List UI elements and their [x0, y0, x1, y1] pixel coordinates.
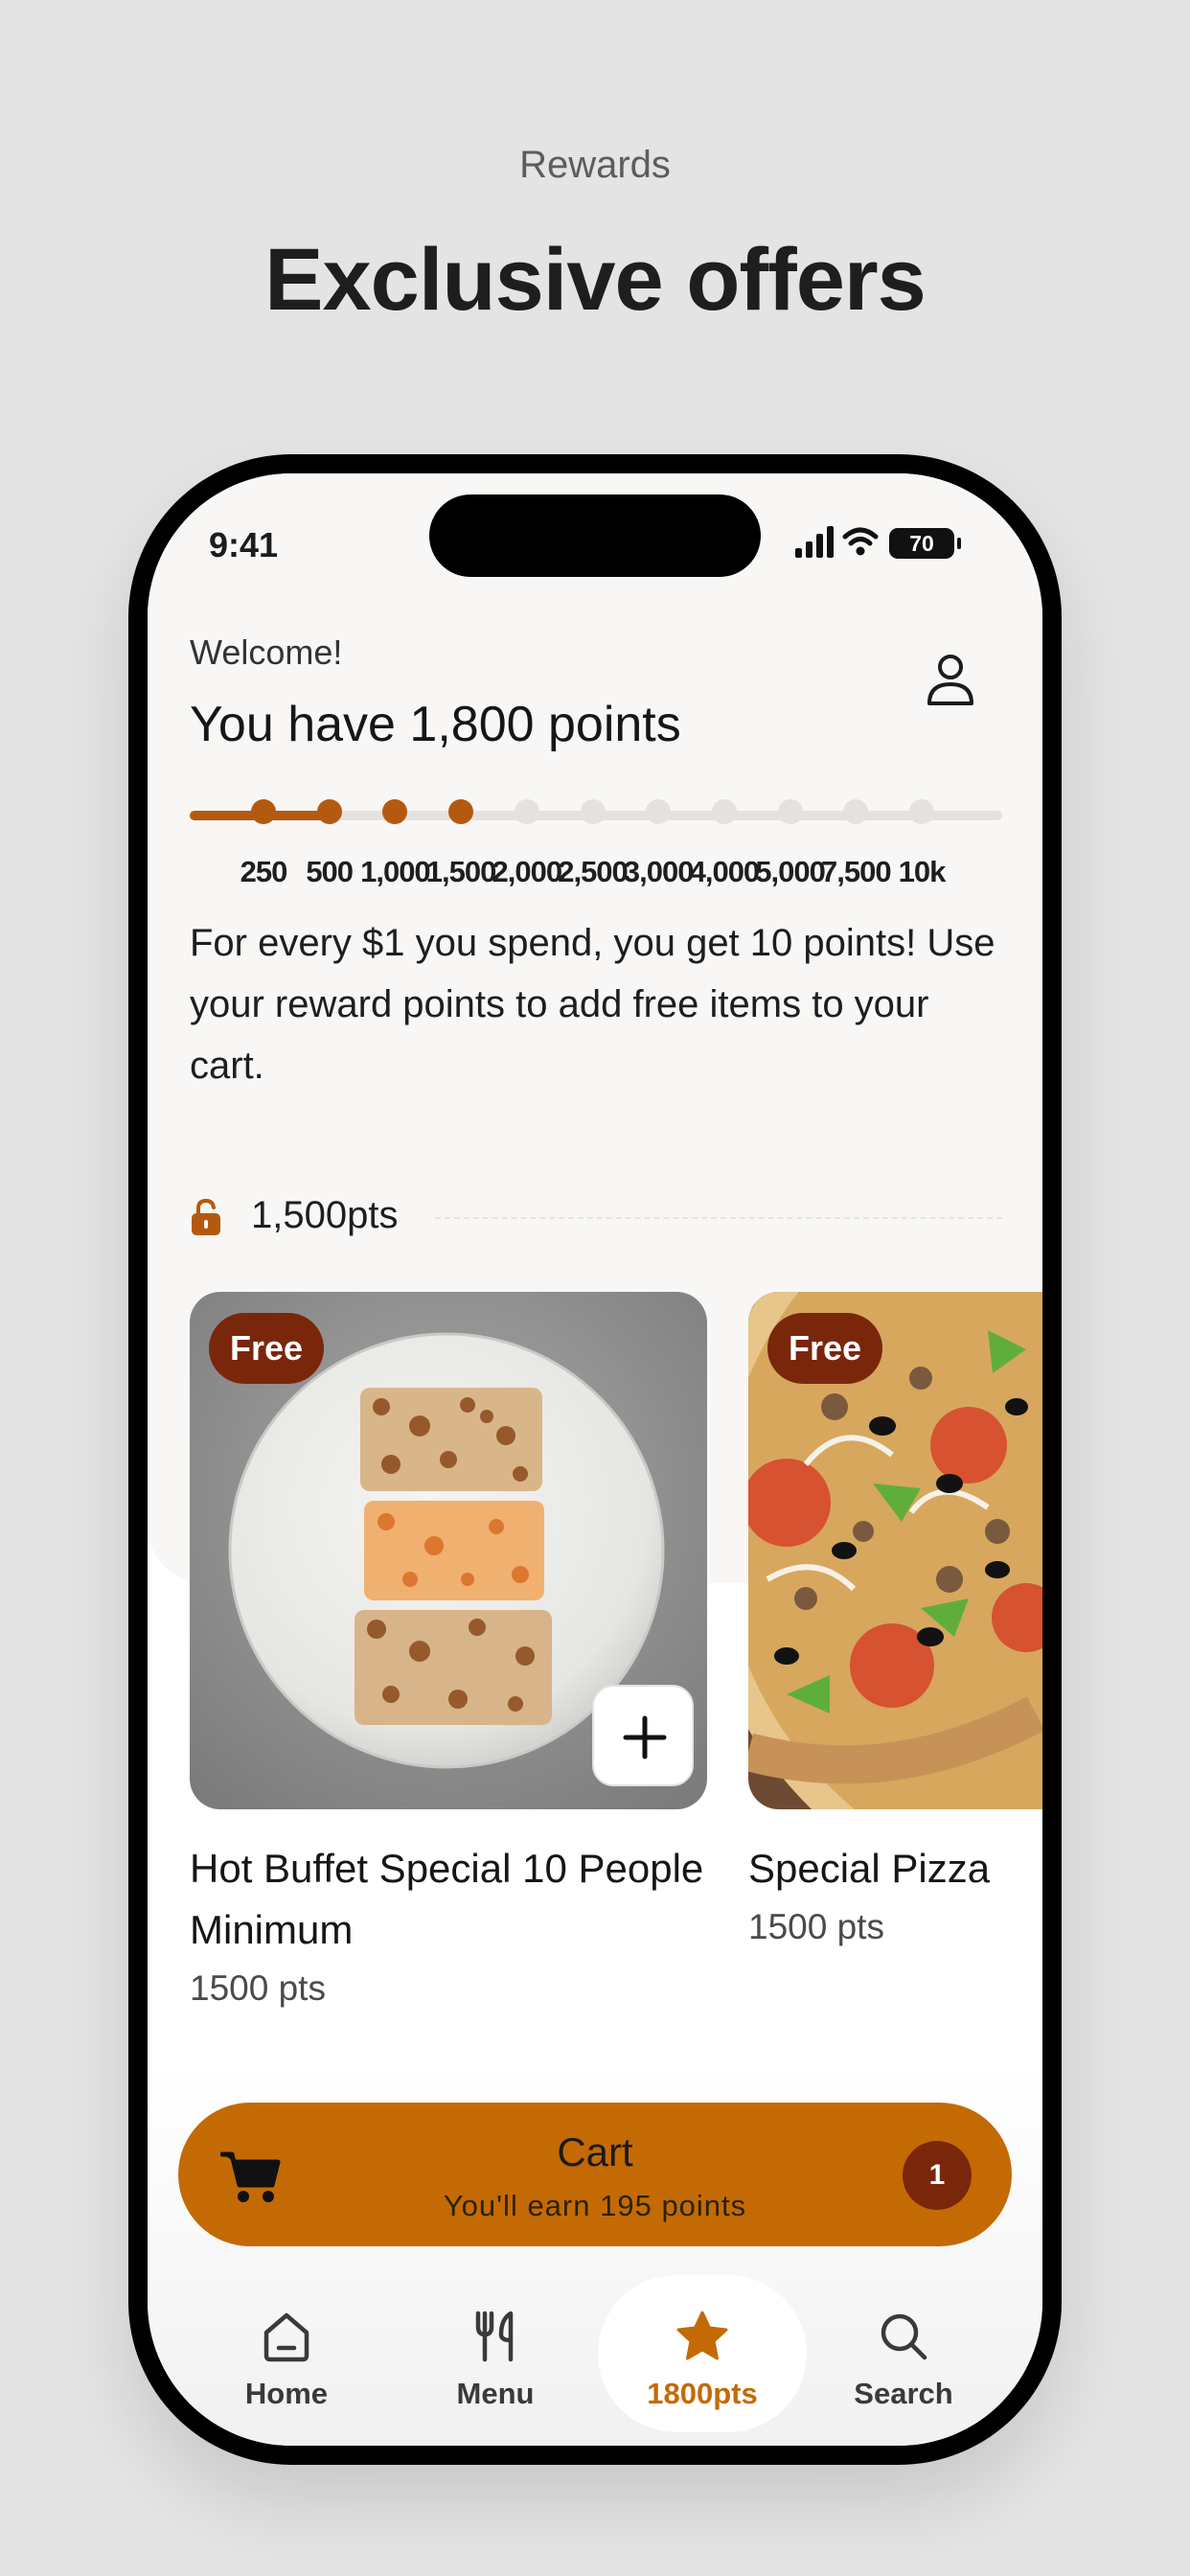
- cart-count-badge: 1: [903, 2141, 972, 2210]
- progress-tier-marker: [251, 799, 276, 824]
- free-badge: Free: [209, 1313, 325, 1384]
- phone-frame: 9:41 70 Welcome! You have 1,800 points 2…: [128, 454, 1062, 2465]
- progress-tier-marker: [646, 799, 672, 824]
- progress-tier-label: 5,000: [755, 855, 826, 888]
- battery-icon: 70: [889, 528, 961, 559]
- progress-tier-label: 1,000: [360, 855, 431, 888]
- item-image: Free: [190, 1292, 707, 1809]
- item-name: Hot Buffet Special 10 People Minimum: [190, 1846, 704, 1952]
- home-icon: [263, 2312, 309, 2362]
- points-info-text: For every $1 you spend, you get 10 point…: [190, 922, 995, 1087]
- plus-icon: [623, 1715, 667, 1760]
- nav-home[interactable]: Home: [182, 2275, 391, 2432]
- nav-label: Menu: [456, 2377, 535, 2410]
- progress-tier-marker: [777, 799, 803, 824]
- item-points: 1500 pts: [748, 1907, 884, 1946]
- utensils-icon: [475, 2311, 514, 2362]
- cart-earn-text: You'll earn 195 points: [443, 2189, 747, 2222]
- nav-label: Search: [854, 2377, 953, 2410]
- item-image: Free: [748, 1292, 1042, 1809]
- promo-title: Exclusive offers: [264, 231, 927, 329]
- progress-tier-label: 7,500: [821, 855, 892, 888]
- progress-tier-marker: [909, 799, 934, 824]
- progress-tier-marker: [843, 799, 869, 824]
- progress-tier-label: 10k: [898, 855, 947, 888]
- cart-title: Cart: [557, 2129, 633, 2174]
- app-screen: 9:41 70 Welcome! You have 1,800 points 2…: [148, 473, 1042, 2446]
- wifi-icon: [842, 527, 879, 546]
- star-icon: [676, 2311, 728, 2360]
- tier-label: 1,500pts: [251, 1194, 399, 1236]
- tier-header: 1,500pts: [190, 1188, 1002, 1246]
- free-badge: Free: [767, 1313, 883, 1384]
- progress-tier-marker: [514, 799, 539, 824]
- battery-level: 70: [909, 531, 934, 556]
- progress-tier-label: 4,000: [689, 855, 761, 888]
- progress-tier-label: 2,000: [492, 855, 563, 888]
- nav-menu[interactable]: Menu: [391, 2275, 600, 2432]
- add-to-cart-button[interactable]: [592, 1685, 694, 1786]
- nav-label: Home: [244, 2377, 329, 2410]
- progress-tier-label: 3,000: [623, 855, 695, 888]
- progress-tier-marker: [448, 799, 474, 824]
- promo-eyebrow: Rewards: [519, 144, 671, 186]
- progress-tier-label: 2,500: [558, 855, 629, 888]
- welcome-text: Welcome!: [190, 632, 343, 672]
- progress-tier-label: 500: [306, 855, 354, 888]
- item-points: 1500 pts: [190, 1968, 326, 2008]
- unlocked-lock-icon: [192, 1198, 220, 1235]
- progress-tier-marker: [580, 799, 606, 824]
- progress-tier-label: 1,500: [425, 855, 497, 888]
- progress-tier-marker: [316, 799, 342, 824]
- progress-tier-marker: [711, 799, 737, 824]
- dynamic-island: [429, 494, 761, 577]
- search-icon: [881, 2313, 927, 2360]
- progress-tier-label: 250: [240, 855, 288, 888]
- nav-rewards[interactable]: 1800pts: [598, 2275, 807, 2432]
- signal-icon: [795, 526, 834, 558]
- status-time: 9:41: [209, 525, 279, 564]
- status-icons: 70: [795, 526, 961, 559]
- nav-label: 1800pts: [647, 2377, 758, 2410]
- item-name: Special Pizza: [748, 1846, 991, 1891]
- tier-divider: [435, 1217, 1002, 1219]
- person-icon[interactable]: [922, 650, 979, 707]
- reward-item-card[interactable]: Free Hot Buffet Special 10 People Minimu…: [190, 1292, 707, 2009]
- nav-search[interactable]: Search: [799, 2275, 1008, 2432]
- reward-item-card[interactable]: Free Special Pizza 1500 pts: [748, 1292, 1042, 1947]
- progress-tier-marker: [382, 799, 408, 824]
- bottom-nav: Home Menu 1800pts Search: [148, 2275, 1042, 2438]
- cart-button[interactable]: Cart You'll earn 195 points 1: [178, 2103, 1012, 2246]
- points-balance-title: You have 1,800 points: [190, 697, 681, 752]
